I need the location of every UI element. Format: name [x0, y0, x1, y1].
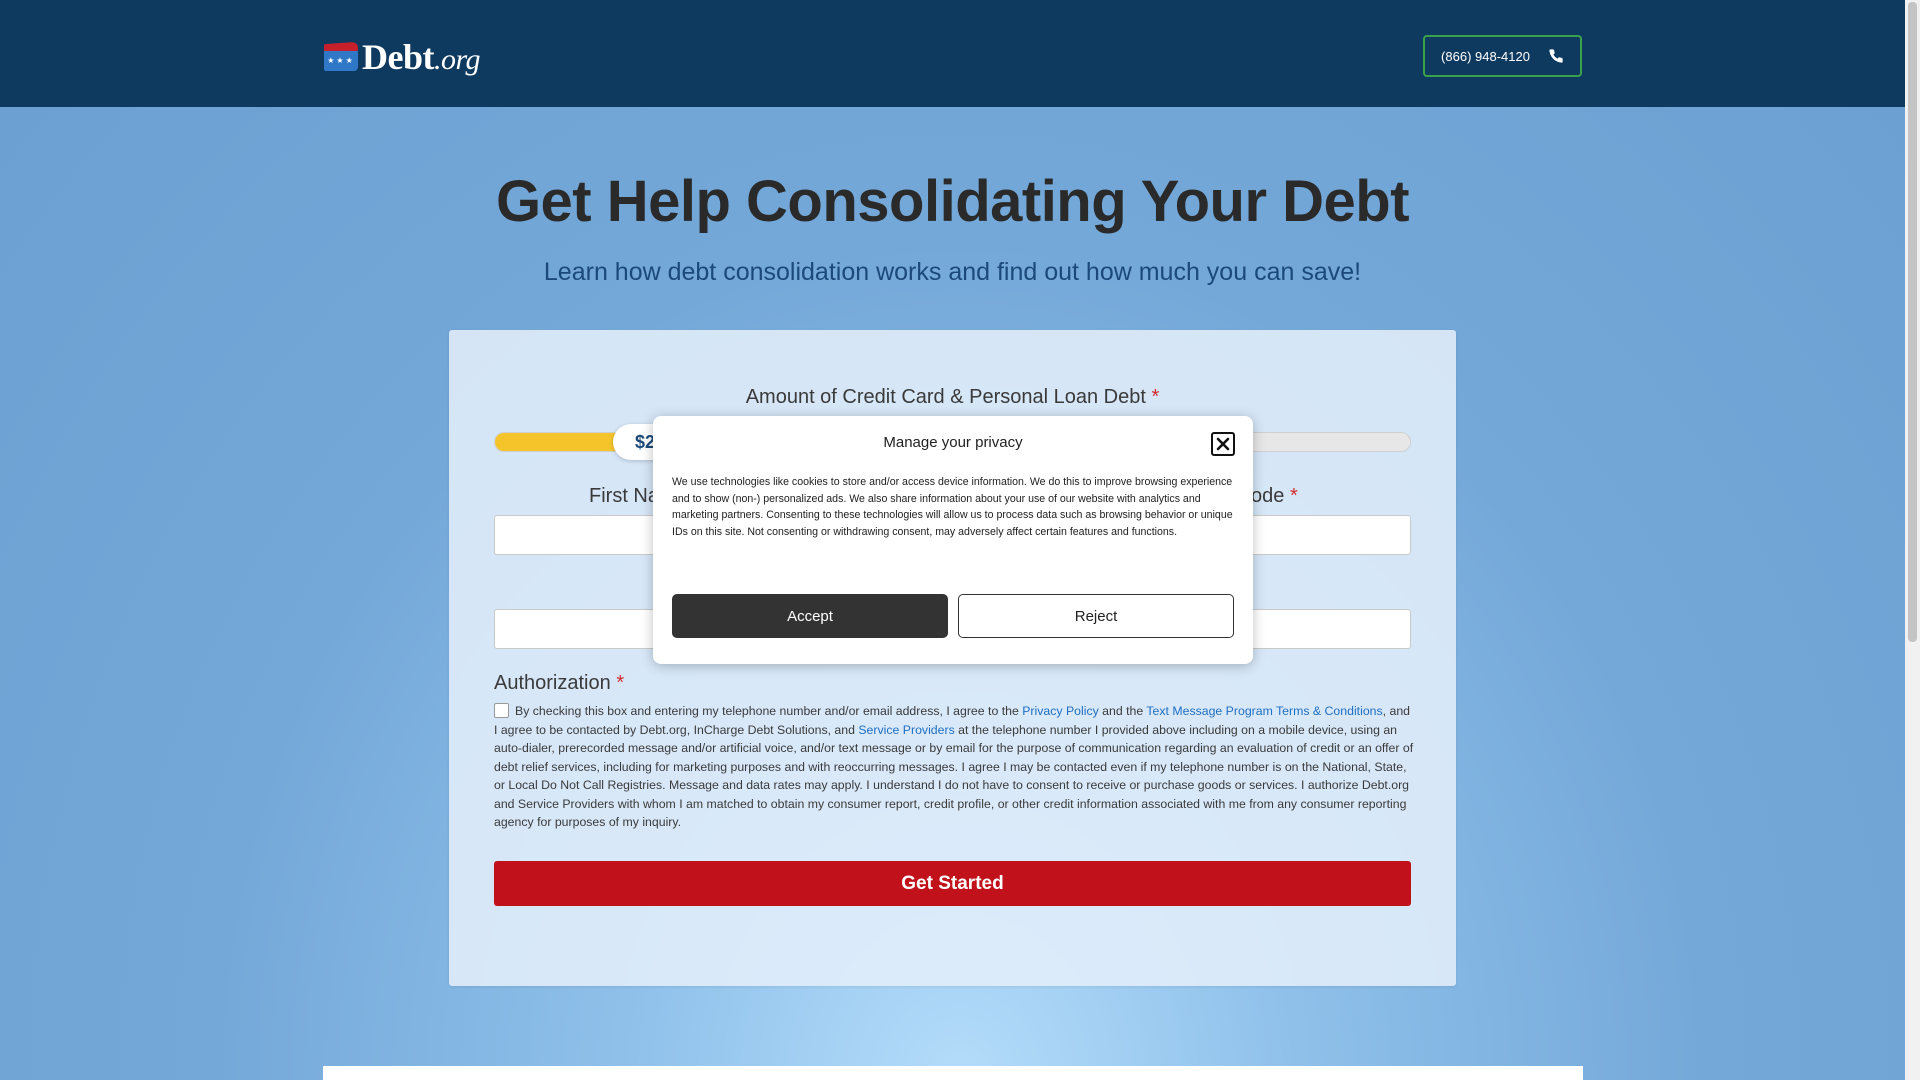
close-icon[interactable] — [1211, 432, 1235, 456]
site-logo[interactable]: ★★★ Debt.org — [324, 36, 481, 78]
logo-suffix: .org — [434, 43, 481, 76]
authorization-checkbox[interactable] — [494, 703, 509, 718]
service-providers-link[interactable]: Service Providers — [858, 723, 954, 737]
required-mark: * — [1151, 386, 1160, 408]
terms-link[interactable]: Text Message Program Terms & Conditions — [1146, 704, 1382, 718]
required-mark: * — [1289, 485, 1298, 507]
content-strip — [323, 1066, 1583, 1080]
amount-label: Amount of Credit Card & Personal Loan De… — [745, 386, 1160, 408]
privacy-policy-link[interactable]: Privacy Policy — [1022, 704, 1099, 718]
page-subtitle: Learn how debt consolidation works and f… — [543, 258, 1362, 286]
logo-text: Debt — [362, 37, 435, 77]
get-started-button[interactable]: Get Started — [494, 861, 1411, 906]
authorization-text: By checking this box and entering my tel… — [494, 703, 1414, 829]
page-title: Get Help Consolidating Your Debt — [495, 169, 1410, 234]
phone-number: (866) 948-4120 — [1441, 48, 1530, 64]
accept-button[interactable]: Accept — [672, 594, 948, 638]
first-name-label: First Na — [589, 485, 659, 507]
modal-title: Manage your privacy — [883, 434, 1023, 451]
site-header: ★★★ Debt.org (866) 948-4120 — [0, 0, 1905, 107]
required-mark: * — [616, 672, 625, 694]
phone-icon — [1549, 49, 1563, 63]
flag-icon: ★★★ — [324, 41, 358, 71]
privacy-modal: Manage your privacy We use technologies … — [653, 416, 1253, 664]
scrollbar-thumb[interactable] — [1908, 2, 1917, 642]
slider-fill — [495, 433, 616, 451]
page-scrollbar[interactable] — [1905, 0, 1920, 1080]
modal-body: We use technologies like cookies to stor… — [672, 476, 1233, 538]
authorization-label: Authorization * — [494, 672, 625, 694]
phone-button[interactable]: (866) 948-4120 — [1423, 35, 1582, 77]
reject-button[interactable]: Reject — [958, 594, 1234, 638]
